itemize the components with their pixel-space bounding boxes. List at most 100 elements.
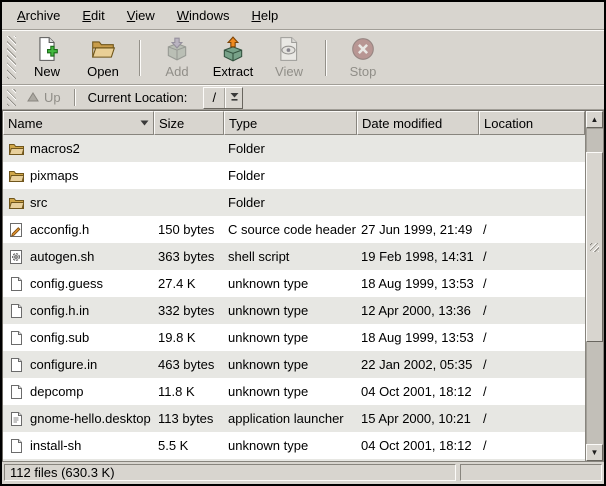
scroll-up-button[interactable]: ▲ [586,111,603,128]
table-row[interactable]: macros2Folder [3,135,585,162]
table-row[interactable]: install-sh5.5 Kunknown type04 Oct 2001, … [3,432,585,459]
cell-date: 27 Jun 1999, 21:49 [357,216,479,243]
cell-type: application launcher [224,405,357,432]
table-row[interactable]: config.h.in332 bytesunknown type12 Apr 2… [3,297,585,324]
toolbar-button-label: Extract [213,64,253,79]
current-location-label: Current Location: [88,90,188,105]
cell-size: 113 bytes [154,405,224,432]
add-to-archive-icon [164,36,190,62]
cell-location [479,189,585,216]
cell-size: 150 bytes [154,216,224,243]
cell-name: depcomp [3,378,154,405]
menu-windows[interactable]: Windows [166,2,241,29]
cell-name: autogen.sh [3,243,154,270]
arrow-up-icon: ▲ [591,116,599,124]
cell-location: / [479,351,585,378]
extract-button[interactable]: Extract [205,33,261,83]
cell-text: / [483,384,487,399]
toolbar-drag-handle[interactable] [7,36,16,79]
cell-text: / [483,222,487,237]
menu-view[interactable]: View [116,2,166,29]
locationbar-drag-handle[interactable] [7,89,16,106]
column-header-name[interactable]: Name [3,111,154,135]
cell-text: 18 Aug 1999, 13:53 [361,276,474,291]
column-header-date-modified[interactable]: Date modified [357,111,479,135]
column-header-label: Location [484,116,533,131]
column-header-type[interactable]: Type [224,111,357,135]
menu-archive[interactable]: Archive [6,2,71,29]
location-combobox-value: / [204,88,225,108]
cell-text: 113 bytes [158,411,213,426]
cell-text: gnome-hello.desktop [30,411,151,426]
location-combobox[interactable]: / [203,87,243,109]
cell-type: Folder [224,189,357,216]
table-row-partial[interactable] [3,459,585,461]
toolbar-button-label: Add [165,64,188,79]
table-row[interactable]: src Folder [3,189,585,216]
cell-size: 463 bytes [154,351,224,378]
cell-date: 12 Apr 2000, 13:36 [357,297,479,324]
menu-edit[interactable]: Edit [71,2,115,29]
table-row[interactable]: acconfig.h150 bytes C source code header2… [3,216,585,243]
file-list: NameSize Type Date modified Location macros… [3,111,585,461]
vertical-scrollbar[interactable]: ▲ ▼ [585,111,603,461]
menu-label: Windows [177,8,230,23]
open-button[interactable]: Open [75,33,131,83]
toolbar-button-label: Stop [350,64,377,79]
scrollbar-thumb[interactable] [586,152,603,342]
menu-label: View [127,8,155,23]
cell-name: src [3,189,154,216]
new-button[interactable]: New [19,33,75,83]
column-header-location[interactable]: Location [479,111,585,135]
cell-size: 363 bytes [154,243,224,270]
column-header-size[interactable]: Size [154,111,224,135]
table-row[interactable]: depcomp11.8 Kunknown type04 Oct 2001, 18… [3,378,585,405]
scroll-down-button[interactable]: ▼ [586,444,603,461]
table-row[interactable]: pixmapsFolder [3,162,585,189]
cell-text: macros2 [30,141,80,156]
cell-location: / [479,297,585,324]
toolbar-button-label: New [34,64,60,79]
column-header-label: Date modified [362,116,442,131]
up-button[interactable]: Up [19,88,69,107]
cell-text: / [483,330,487,345]
cell-name: config.h.in [3,297,154,324]
cell-text: autogen.sh [30,249,94,264]
stop-icon [350,36,376,62]
menubar: ArchiveEdit View Windows Help [2,2,604,30]
cell-location [479,135,585,162]
table-row[interactable]: configure.in463 bytesunknown type22 Jan … [3,351,585,378]
table-row[interactable]: config.sub19.8 Kunknown type18 Aug 1999,… [3,324,585,351]
stop-button[interactable]: Stop [335,33,391,83]
combobox-dropdown-button[interactable] [225,88,242,108]
add-button[interactable]: Add [149,33,205,83]
document-icon [8,357,24,373]
up-arrow-icon [27,90,39,105]
table-row[interactable]: autogen.sh363 bytesshell script19 Feb 19… [3,243,585,270]
cell-text: 15 Apr 2000, 10:21 [361,411,471,426]
cell-text: src [30,195,47,210]
table-header: NameSize Type Date modified Location [3,111,585,135]
document-icon [8,330,24,346]
view-button[interactable]: View [261,33,317,83]
cell-text: config.guess [30,276,103,291]
cell-date: 04 Oct 2001, 18:12 [357,432,479,459]
cell-text: 11.8 K [158,384,195,399]
up-button-label: Up [44,90,61,105]
cell-type: Folder [224,162,357,189]
file-list-frame: NameSize Type Date modified Location macros… [2,110,604,462]
scrollbar-track[interactable] [586,128,603,444]
cell-text: C source code header [228,222,356,237]
table-row[interactable]: gnome-hello.desktop 113 bytes application … [3,405,585,432]
toolbar-buttons: New Open Add Extract View Stop [19,33,391,83]
menu-help[interactable]: Help [240,2,289,29]
cell-type: unknown type [224,378,357,405]
cell-size: 332 bytes [154,297,224,324]
toolbar: New Open Add Extract View Stop [2,30,604,85]
cell-name: acconfig.h [3,216,154,243]
table-row[interactable]: config.guess27.4 Kunknown type18 Aug 199… [3,270,585,297]
column-header-label: Type [229,116,257,131]
cell-text: 18 Aug 1999, 13:53 [361,330,474,345]
cell-text: 12 Apr 2000, 13:36 [361,303,471,318]
cell-text: / [483,357,487,372]
